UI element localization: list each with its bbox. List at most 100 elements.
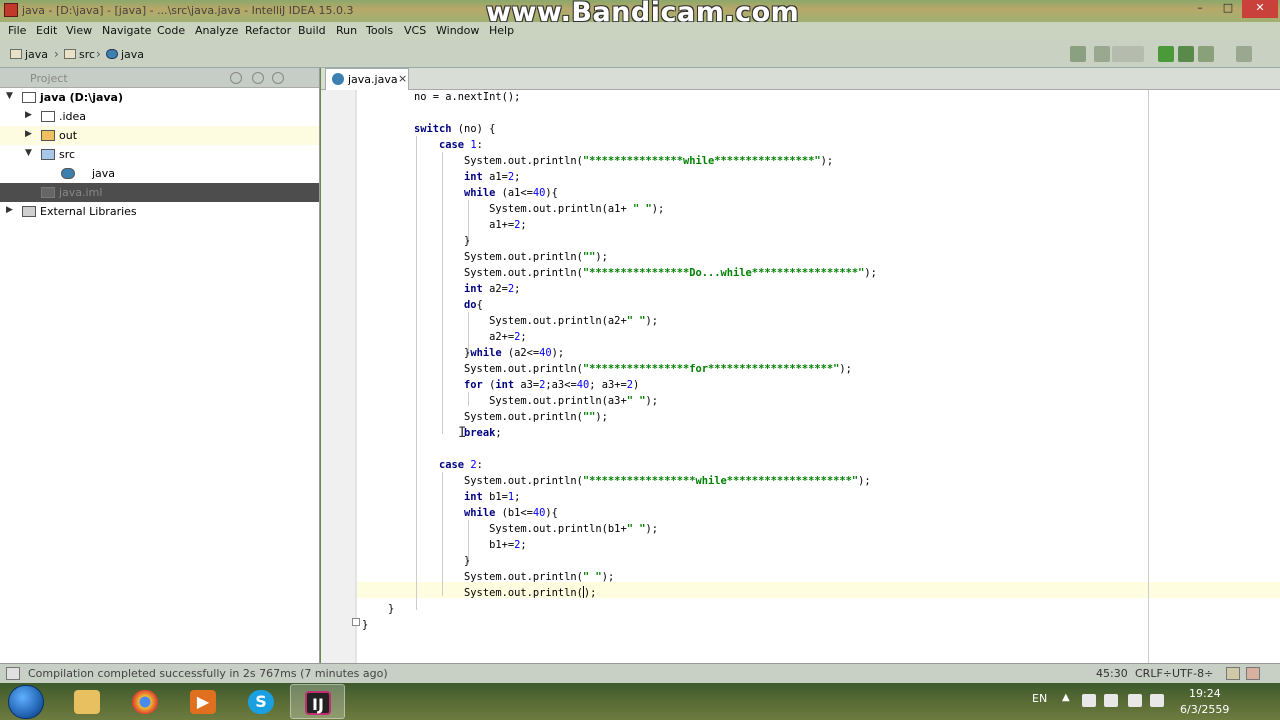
- language-indicator[interactable]: EN: [1032, 692, 1047, 705]
- clock-date[interactable]: 6/3/2559: [1180, 703, 1229, 716]
- code-line[interactable]: while (a1<=40){: [414, 185, 558, 201]
- menu-edit[interactable]: Edit: [36, 24, 57, 37]
- show-hidden-icons[interactable]: ▲: [1062, 692, 1070, 703]
- tree-item-java-iml[interactable]: java.iml: [0, 183, 319, 202]
- menu-run[interactable]: Run: [336, 24, 357, 37]
- debug-icon[interactable]: [1178, 46, 1194, 62]
- project-panel-title[interactable]: Project: [30, 72, 68, 85]
- caret-position[interactable]: 45:30: [1096, 667, 1128, 680]
- code-line[interactable]: a1+=2;: [414, 217, 527, 233]
- menu-analyze[interactable]: Analyze: [195, 24, 238, 37]
- tab-java-java[interactable]: java.java ×: [325, 68, 409, 90]
- inspector-icon[interactable]: [1246, 667, 1260, 680]
- expanded-arrow-icon[interactable]: ▼: [6, 91, 13, 101]
- sync-icon[interactable]: [230, 72, 242, 84]
- taskbar-chrome[interactable]: [118, 684, 173, 719]
- code-line[interactable]: a2+=2;: [414, 329, 527, 345]
- code-line[interactable]: System.out.println("****************Do..…: [414, 265, 877, 281]
- code-line[interactable]: int a1=2;: [414, 169, 520, 185]
- collapsed-arrow-icon[interactable]: ▶: [25, 129, 32, 139]
- tree-item-out[interactable]: ▶ out: [0, 126, 319, 145]
- network-icon[interactable]: [1150, 694, 1164, 707]
- code-line[interactable]: System.out.println("****************for*…: [414, 361, 852, 377]
- menu-help[interactable]: Help: [489, 24, 514, 37]
- code-line[interactable]: while (b1<=40){: [414, 505, 558, 521]
- close-window-button[interactable]: ✕: [1242, 0, 1278, 18]
- expanded-arrow-icon[interactable]: ▼: [25, 148, 32, 158]
- code-line[interactable]: }: [388, 601, 394, 617]
- sdk-icon[interactable]: [1236, 46, 1252, 62]
- code-line[interactable]: for (int a3=2;a3<=40; a3+=2): [414, 377, 639, 393]
- menu-view[interactable]: View: [66, 24, 92, 37]
- code-line[interactable]: System.out.println(a1+ " ");: [414, 201, 664, 217]
- code-line[interactable]: }: [414, 233, 470, 249]
- close-tab-icon[interactable]: ×: [398, 72, 407, 85]
- code-line[interactable]: System.out.println(" ");: [414, 569, 614, 585]
- code-line[interactable]: System.out.println("*****************whi…: [414, 473, 871, 489]
- menu-code[interactable]: Code: [157, 24, 185, 37]
- tree-item-external-libraries[interactable]: ▶ External Libraries: [0, 202, 319, 221]
- maximize-button[interactable]: □: [1214, 0, 1242, 18]
- collapsed-arrow-icon[interactable]: ▶: [6, 205, 13, 215]
- breadcrumb-class[interactable]: java: [106, 48, 144, 61]
- settings-icon[interactable]: [252, 72, 264, 84]
- minimize-button[interactable]: –: [1186, 0, 1214, 18]
- code-line[interactable]: System.out.println(a3+" ");: [414, 393, 658, 409]
- code-line[interactable]: do{: [414, 297, 483, 313]
- breadcrumb-project[interactable]: java: [10, 48, 48, 61]
- menu-build[interactable]: Build: [298, 24, 326, 37]
- code-editor[interactable]: no = a.nextInt(); switch (no) { case 1: S…: [321, 90, 1280, 663]
- collapsed-arrow-icon[interactable]: ▶: [25, 110, 32, 120]
- status-message[interactable]: Compilation completed successfully in 2s…: [28, 667, 388, 680]
- code-line[interactable]: }: [362, 617, 368, 633]
- start-button[interactable]: [8, 685, 44, 719]
- code-token: );: [839, 363, 852, 375]
- taskbar-skype[interactable]: S: [234, 684, 289, 719]
- power-icon[interactable]: [1128, 694, 1142, 707]
- menu-navigate[interactable]: Navigate: [102, 24, 151, 37]
- code-line[interactable]: int a2=2;: [414, 281, 520, 297]
- run-config-icon[interactable]: [1094, 46, 1110, 62]
- windows-flag-icon[interactable]: [1082, 694, 1096, 707]
- lock-icon[interactable]: [1226, 667, 1240, 680]
- code-line[interactable]: switch (no) {: [414, 121, 495, 137]
- code-line[interactable]: no = a.nextInt();: [414, 90, 520, 105]
- code-line[interactable]: System.out.println("");: [414, 409, 608, 425]
- menu-refactor[interactable]: Refactor: [245, 24, 291, 37]
- code-line[interactable]: System.out.println("***************while…: [414, 153, 833, 169]
- volume-icon[interactable]: [1104, 694, 1118, 707]
- code-line[interactable]: }: [414, 553, 470, 569]
- code-line[interactable]: }while (a2<=40);: [414, 345, 564, 361]
- code-line[interactable]: System.out.println(a2+" ");: [414, 313, 658, 329]
- menu-window[interactable]: Window: [436, 24, 479, 37]
- tool-windows-icon[interactable]: [6, 667, 20, 680]
- file-encoding[interactable]: UTF-8÷: [1172, 667, 1213, 680]
- menu-tools[interactable]: Tools: [366, 24, 393, 37]
- code-line[interactable]: System.out.println(b1+" ");: [414, 521, 658, 537]
- fold-marker-icon[interactable]: [352, 618, 360, 626]
- build-icon[interactable]: [1070, 46, 1086, 62]
- run-config-dropdown[interactable]: [1112, 46, 1144, 62]
- run-icon[interactable]: [1158, 46, 1174, 62]
- taskbar-file-explorer[interactable]: [60, 684, 115, 719]
- code-line[interactable]: case 2:: [414, 457, 483, 473]
- code-line[interactable]: System.out.println("");: [414, 249, 608, 265]
- code-line[interactable]: int b1=1;: [414, 489, 520, 505]
- coverage-icon[interactable]: [1198, 46, 1214, 62]
- line-separator[interactable]: CRLF÷: [1135, 667, 1172, 680]
- menu-vcs[interactable]: VCS: [404, 24, 426, 37]
- editor-gutter[interactable]: [321, 90, 355, 663]
- tree-item-java-class[interactable]: java: [0, 164, 319, 183]
- code-line[interactable]: b1+=2;: [414, 537, 527, 553]
- code-line[interactable]: System.out.println();: [414, 585, 596, 601]
- breadcrumb-src[interactable]: src: [64, 48, 95, 61]
- menu-file[interactable]: File: [8, 24, 26, 37]
- tree-item-src[interactable]: ▼ src: [0, 145, 319, 164]
- tree-item-idea[interactable]: ▶ .idea: [0, 107, 319, 126]
- taskbar-media-player[interactable]: ▶: [176, 684, 231, 719]
- tree-item-java-project[interactable]: ▼ java (D:\java): [0, 88, 319, 107]
- taskbar-intellij[interactable]: IJ: [290, 684, 345, 719]
- collapse-icon[interactable]: [272, 72, 284, 84]
- code-line[interactable]: case 1:: [414, 137, 483, 153]
- clock-time[interactable]: 19:24: [1189, 687, 1221, 700]
